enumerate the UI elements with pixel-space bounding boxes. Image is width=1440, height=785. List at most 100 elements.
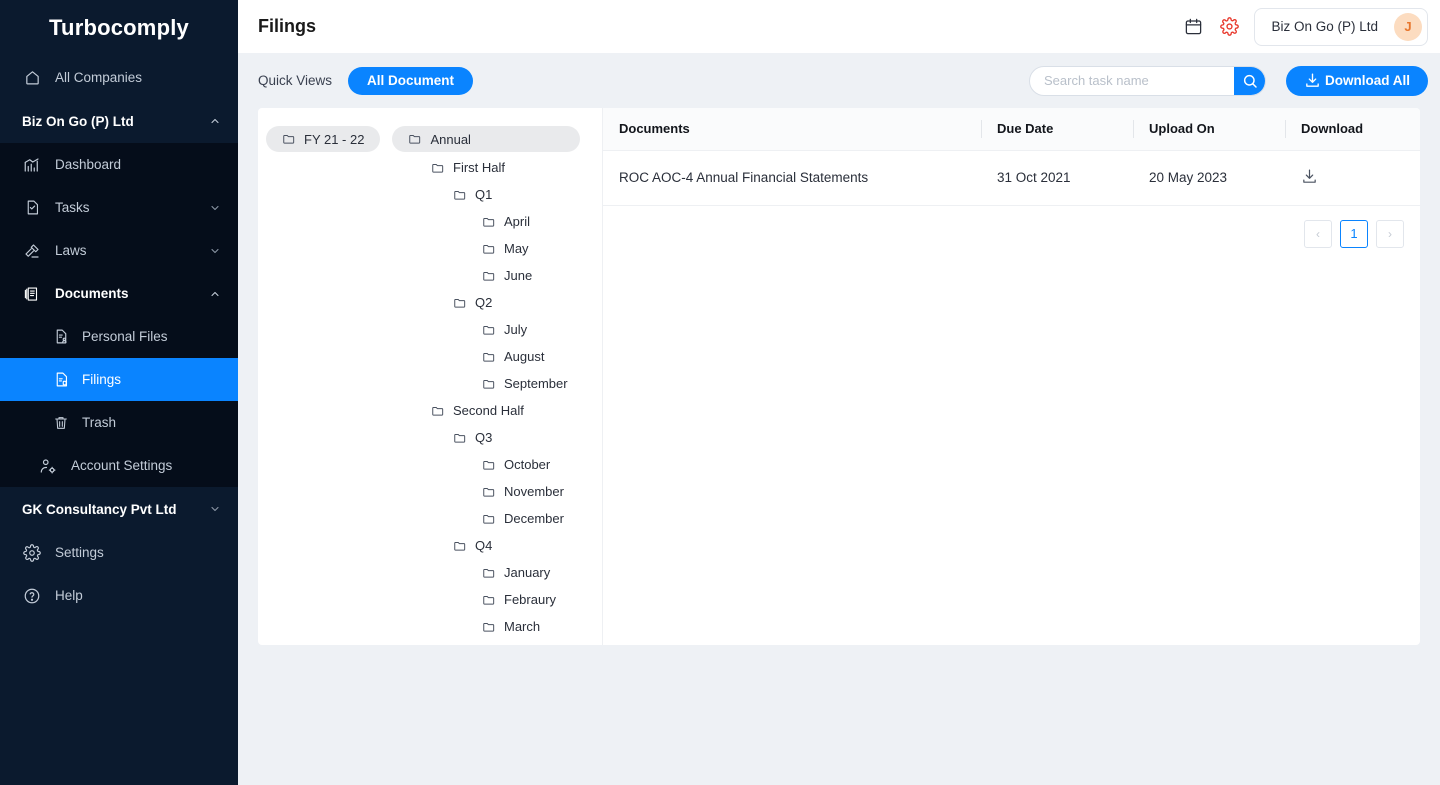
cell-download bbox=[1285, 150, 1420, 206]
sidebar-label-personal-files: Personal Files bbox=[82, 329, 168, 344]
page-title: Filings bbox=[258, 16, 316, 36]
folder-tree-item-label: January bbox=[504, 565, 551, 580]
folder-tree-item[interactable]: Febraury bbox=[266, 586, 602, 613]
company-selector-label: Biz On Go (P) Ltd bbox=[1271, 19, 1378, 34]
sidebar-item-all-companies[interactable]: All Companies bbox=[0, 56, 238, 99]
table-row[interactable]: ROC AOC-4 Annual Financial Statements 31 … bbox=[603, 150, 1420, 206]
folder-tree-item-label: March bbox=[504, 619, 541, 634]
brand-name: Turbocomply bbox=[49, 15, 189, 40]
sidebar-item-dashboard[interactable]: Dashboard bbox=[0, 143, 238, 186]
download-icon[interactable] bbox=[1301, 168, 1318, 188]
sidebar-item-settings[interactable]: Settings bbox=[0, 531, 238, 574]
folder-icon bbox=[483, 622, 495, 632]
documents-table: Documents Due Date Upload On Download RO… bbox=[603, 108, 1420, 206]
sidebar-item-filings[interactable]: Filings bbox=[0, 358, 238, 401]
sidebar-company-group-gk[interactable]: GK Consultancy Pvt Ltd bbox=[0, 487, 238, 531]
table-body: ROC AOC-4 Annual Financial Statements 31 … bbox=[603, 150, 1420, 206]
folder-tree-item[interactable]: October bbox=[266, 451, 602, 478]
folder-tree-item[interactable]: July bbox=[266, 316, 602, 343]
folder-tree-item[interactable]: November bbox=[266, 478, 602, 505]
folder-tree-item[interactable]: June bbox=[266, 262, 602, 289]
sidebar-item-personal-files[interactable]: Personal Files bbox=[0, 315, 238, 358]
folder-tree-item-label: July bbox=[504, 322, 528, 337]
folder-icon bbox=[483, 379, 495, 389]
folder-tree-item-label: June bbox=[504, 268, 533, 283]
folder-tree-item[interactable]: March bbox=[266, 613, 602, 640]
sidebar-item-laws[interactable]: Laws bbox=[0, 229, 238, 272]
folder-tree-item[interactable]: April bbox=[266, 208, 602, 235]
folder-icon bbox=[483, 325, 495, 335]
sidebar-label-account-settings: Account Settings bbox=[71, 458, 173, 473]
sidebar-item-documents[interactable]: Documents bbox=[0, 272, 238, 315]
breadcrumb-chip-annual[interactable]: Annual bbox=[392, 126, 581, 152]
sidebar-item-trash[interactable]: Trash bbox=[0, 401, 238, 444]
folder-icon bbox=[454, 298, 466, 308]
folder-tree-item-label: First Half bbox=[453, 160, 505, 175]
sidebar-company-group-header[interactable]: Biz On Go (P) Ltd bbox=[0, 99, 238, 143]
folder-tree-item[interactable]: Q4 bbox=[266, 532, 602, 559]
gear-icon bbox=[22, 543, 42, 563]
search-icon[interactable] bbox=[1234, 66, 1265, 95]
gavel-icon bbox=[22, 241, 42, 261]
chart-icon bbox=[22, 155, 42, 175]
folder-tree-item-label: October bbox=[504, 457, 551, 472]
folder-tree-item-label: April bbox=[504, 214, 531, 229]
folder-tree-item[interactable]: Q1 bbox=[266, 181, 602, 208]
breadcrumb-chip-fy[interactable]: FY 21 - 22 bbox=[266, 126, 381, 152]
cell-document: ROC AOC-4 Annual Financial Statements bbox=[603, 150, 981, 206]
folder-tree-item[interactable]: August bbox=[266, 343, 602, 370]
folder-tree-item[interactable]: December bbox=[266, 505, 602, 532]
sidebar: Turbocomply All Companies Biz On Go (P) … bbox=[0, 0, 238, 785]
download-icon bbox=[1304, 72, 1321, 89]
column-header-documents[interactable]: Documents bbox=[603, 108, 981, 151]
download-all-button[interactable]: Download All bbox=[1286, 65, 1428, 96]
folder-tree-item[interactable]: January bbox=[266, 559, 602, 586]
content-wrapper: FY 21 - 22 Annual First Half Q1 April May Ju… bbox=[238, 108, 1440, 785]
search-input[interactable] bbox=[1030, 66, 1234, 95]
folder-tree-item[interactable]: Q3 bbox=[266, 424, 602, 451]
pagination-prev[interactable]: ‹ bbox=[1304, 219, 1332, 248]
chevron-down-icon bbox=[208, 502, 222, 516]
folder-tree-item[interactable]: May bbox=[266, 235, 602, 262]
folder-icon bbox=[483, 271, 495, 281]
gear-icon[interactable] bbox=[1218, 16, 1240, 38]
sidebar-label-documents: Documents bbox=[55, 286, 129, 301]
folder-tree-item[interactable]: Second Half bbox=[266, 397, 602, 424]
folder-tree-item-label: Q4 bbox=[475, 538, 493, 553]
folder-icon bbox=[454, 433, 466, 443]
folder-icon bbox=[483, 487, 495, 497]
chevron-up-icon bbox=[208, 114, 222, 128]
top-header: Filings Biz On Go (P) Ltd J bbox=[238, 0, 1440, 53]
folder-tree-item[interactable]: September bbox=[266, 370, 602, 397]
folder-icon bbox=[483, 595, 495, 605]
personal-file-icon bbox=[52, 328, 70, 346]
toolbar-right: Download All bbox=[1029, 65, 1428, 96]
documents-table-pane: Documents Due Date Upload On Download RO… bbox=[603, 108, 1420, 645]
sidebar-item-tasks[interactable]: Tasks bbox=[0, 186, 238, 229]
column-header-download[interactable]: Download bbox=[1285, 108, 1420, 151]
folder-tree-item[interactable]: First Half bbox=[266, 154, 602, 181]
pagination-page-1[interactable]: 1 bbox=[1340, 219, 1368, 248]
company-selector[interactable]: Biz On Go (P) Ltd J bbox=[1254, 7, 1428, 46]
folder-icon bbox=[483, 514, 495, 524]
calendar-icon[interactable] bbox=[1182, 16, 1204, 38]
folder-tree-item[interactable]: Q2 bbox=[266, 289, 602, 316]
sidebar-item-help[interactable]: Help bbox=[0, 574, 238, 617]
avatar: J bbox=[1394, 12, 1422, 41]
folder-tree-item-label: Second Half bbox=[453, 403, 524, 418]
breadcrumb-chip-annual-label: Annual bbox=[430, 131, 471, 147]
breadcrumb: FY 21 - 22 Annual bbox=[266, 126, 602, 152]
folder-icon bbox=[454, 541, 466, 551]
pagination-next[interactable]: › bbox=[1376, 219, 1404, 248]
sidebar-item-account-settings[interactable]: Account Settings bbox=[0, 444, 238, 487]
table-header-row: Documents Due Date Upload On Download bbox=[603, 108, 1420, 151]
column-header-upload-on[interactable]: Upload On bbox=[1133, 108, 1285, 151]
download-all-label: Download All bbox=[1325, 73, 1410, 88]
column-header-due-date[interactable]: Due Date bbox=[981, 108, 1133, 151]
folder-tree-item-label: September bbox=[504, 376, 568, 391]
tab-all-document[interactable]: All Document bbox=[348, 66, 474, 95]
pagination: ‹ 1 › bbox=[603, 206, 1420, 248]
sidebar-label-tasks: Tasks bbox=[55, 200, 90, 215]
chevron-up-icon bbox=[208, 287, 222, 301]
help-circle-icon bbox=[22, 586, 42, 606]
